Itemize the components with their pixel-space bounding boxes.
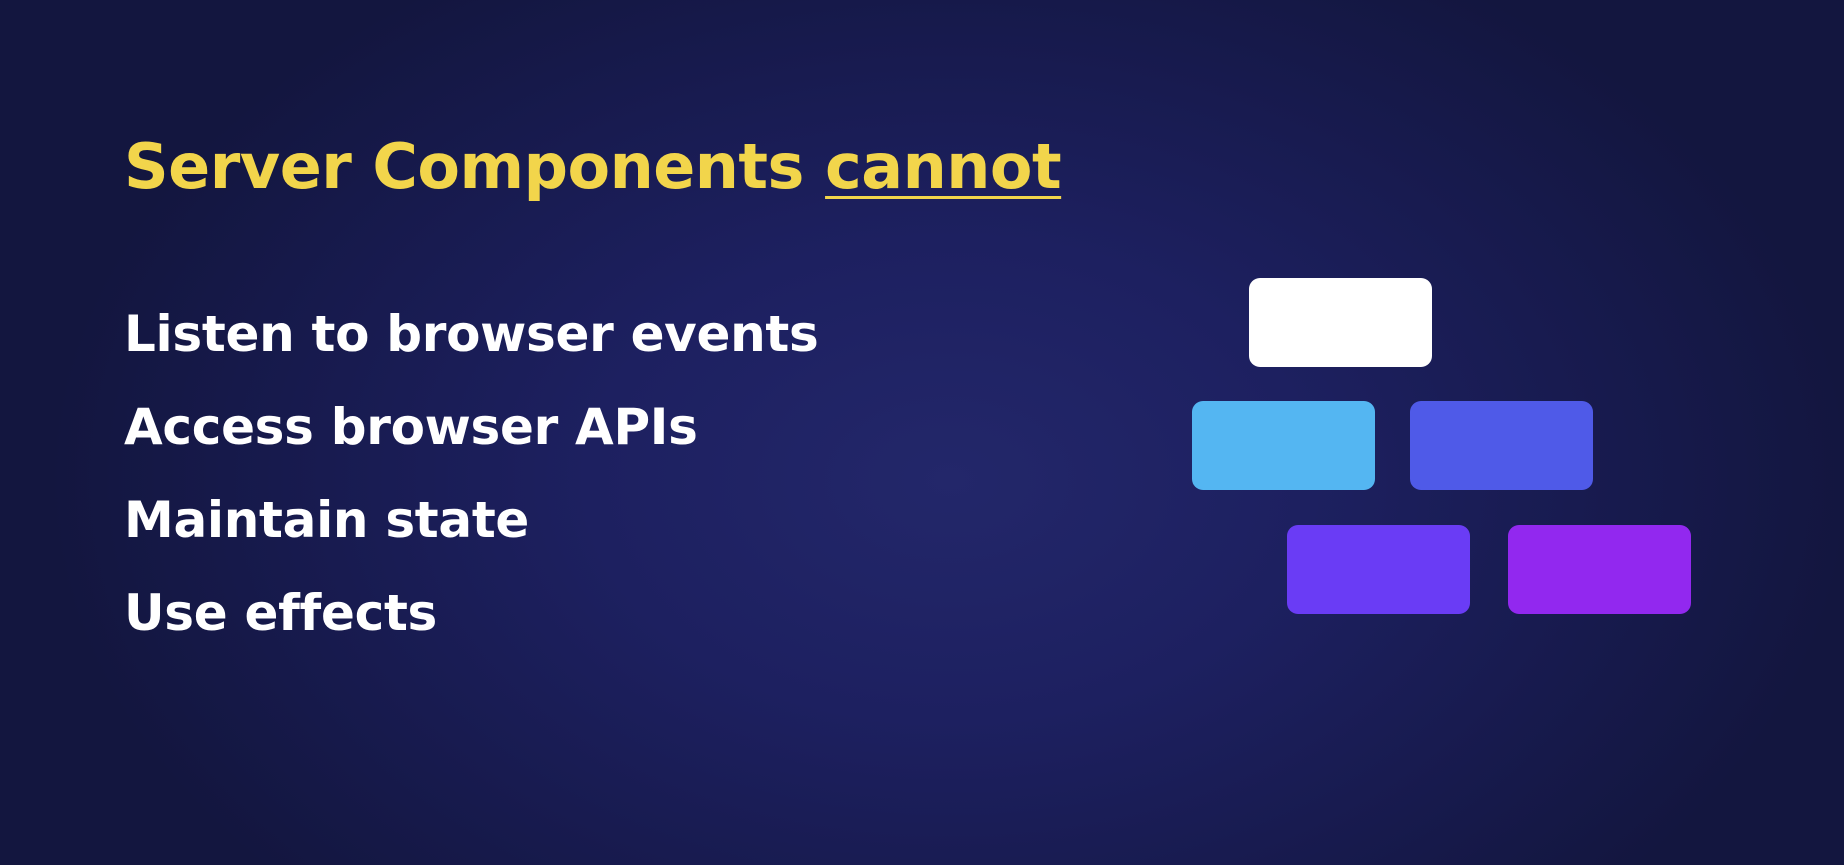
title-emphasis: cannot xyxy=(825,130,1062,203)
block-top xyxy=(1249,278,1432,367)
list-item-maintain-state: Maintain state xyxy=(124,491,530,549)
slide-title: Server Components cannot xyxy=(124,130,1062,204)
list-item-use-effects: Use effects xyxy=(124,584,438,642)
block-middle-right xyxy=(1410,401,1593,490)
title-lead: Server Components xyxy=(124,130,826,203)
block-bottom-right xyxy=(1508,525,1691,614)
block-middle-left xyxy=(1192,401,1375,490)
slide: Server Components cannot Listen to brows… xyxy=(0,0,1844,865)
block-bottom-left xyxy=(1287,525,1470,614)
limitations-list: Listen to browser events Access browser … xyxy=(124,288,819,660)
list-item-browser-events: Listen to browser events xyxy=(124,305,819,363)
list-item-browser-apis: Access browser APIs xyxy=(124,398,698,456)
